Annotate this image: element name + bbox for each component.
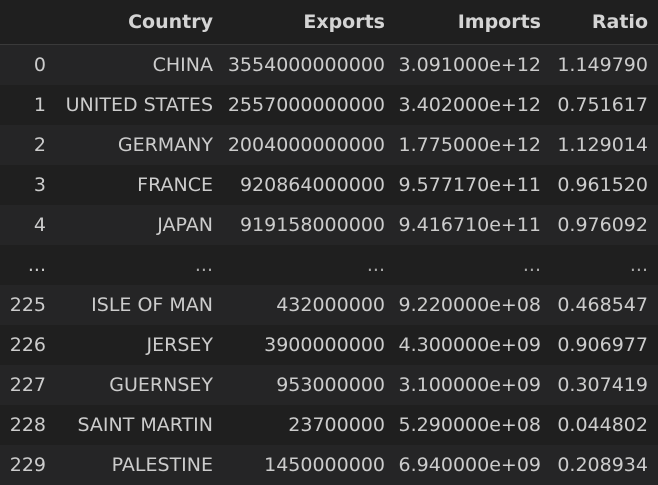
table-row: 3FRANCE9208640000009.577170e+110.961520 [0,165,658,205]
dataframe-output: Country Exports Imports Ratio 0CHINA3554… [0,0,658,483]
cell-exports: ... [223,245,395,285]
table-row: 1UNITED STATES25570000000003.402000e+120… [0,85,658,125]
cell-ratio: 1.129014 [551,125,658,165]
cell-ratio: 0.961520 [551,165,658,205]
column-header-country: Country [56,0,223,45]
table-row: 228SAINT MARTIN237000005.290000e+080.044… [0,405,658,445]
row-index: 225 [0,285,56,325]
cell-imports: 3.100000e+09 [395,365,551,405]
row-index: 2 [0,125,56,165]
row-index: 229 [0,445,56,485]
cell-imports: 4.300000e+09 [395,325,551,365]
row-index: 1 [0,85,56,125]
cell-imports: 6.940000e+09 [395,445,551,485]
table-row: 2GERMANY20040000000001.775000e+121.12901… [0,125,658,165]
cell-country: SAINT MARTIN [56,405,223,445]
cell-imports: 3.402000e+12 [395,85,551,125]
table-row: 226JERSEY39000000004.300000e+090.906977 [0,325,658,365]
cell-exports: 2557000000000 [223,85,395,125]
table-row: 4JAPAN9191580000009.416710e+110.976092 [0,205,658,245]
cell-imports: 9.577170e+11 [395,165,551,205]
cell-country: GUERNSEY [56,365,223,405]
cell-exports: 953000000 [223,365,395,405]
ellipsis-row: ............... [0,245,658,285]
cell-country: ... [56,245,223,285]
row-index: ... [0,245,56,285]
cell-imports: 3.091000e+12 [395,45,551,86]
cell-ratio: 0.906977 [551,325,658,365]
cell-ratio: 0.751617 [551,85,658,125]
cell-ratio: 0.044802 [551,405,658,445]
cell-imports: 1.775000e+12 [395,125,551,165]
cell-ratio: ... [551,245,658,285]
cell-exports: 2004000000000 [223,125,395,165]
cell-imports: ... [395,245,551,285]
table-body: 0CHINA35540000000003.091000e+121.1497901… [0,45,658,485]
row-index: 226 [0,325,56,365]
cell-country: UNITED STATES [56,85,223,125]
column-header-exports: Exports [223,0,395,45]
column-header-ratio: Ratio [551,0,658,45]
column-header-imports: Imports [395,0,551,45]
header-row: Country Exports Imports Ratio [0,0,658,45]
table-row: 0CHINA35540000000003.091000e+121.149790 [0,45,658,86]
row-index: 0 [0,45,56,86]
cell-country: JAPAN [56,205,223,245]
cell-ratio: 0.976092 [551,205,658,245]
table-row: 229PALESTINE14500000006.940000e+090.2089… [0,445,658,485]
cell-country: FRANCE [56,165,223,205]
cell-ratio: 0.468547 [551,285,658,325]
cell-country: JERSEY [56,325,223,365]
table-row: 225ISLE OF MAN4320000009.220000e+080.468… [0,285,658,325]
table-row: 227GUERNSEY9530000003.100000e+090.307419 [0,365,658,405]
cell-imports: 9.220000e+08 [395,285,551,325]
row-index: 228 [0,405,56,445]
cell-country: GERMANY [56,125,223,165]
cell-exports: 919158000000 [223,205,395,245]
cell-exports: 3554000000000 [223,45,395,86]
row-index: 4 [0,205,56,245]
cell-country: ISLE OF MAN [56,285,223,325]
cell-exports: 1450000000 [223,445,395,485]
cell-country: PALESTINE [56,445,223,485]
cell-exports: 3900000000 [223,325,395,365]
cell-exports: 23700000 [223,405,395,445]
cell-imports: 5.290000e+08 [395,405,551,445]
row-index: 227 [0,365,56,405]
cell-ratio: 1.149790 [551,45,658,86]
index-header [0,0,56,45]
dataframe-table: Country Exports Imports Ratio 0CHINA3554… [0,0,658,485]
row-index: 3 [0,165,56,205]
cell-ratio: 0.208934 [551,445,658,485]
cell-exports: 920864000000 [223,165,395,205]
cell-exports: 432000000 [223,285,395,325]
cell-ratio: 0.307419 [551,365,658,405]
cell-country: CHINA [56,45,223,86]
cell-imports: 9.416710e+11 [395,205,551,245]
